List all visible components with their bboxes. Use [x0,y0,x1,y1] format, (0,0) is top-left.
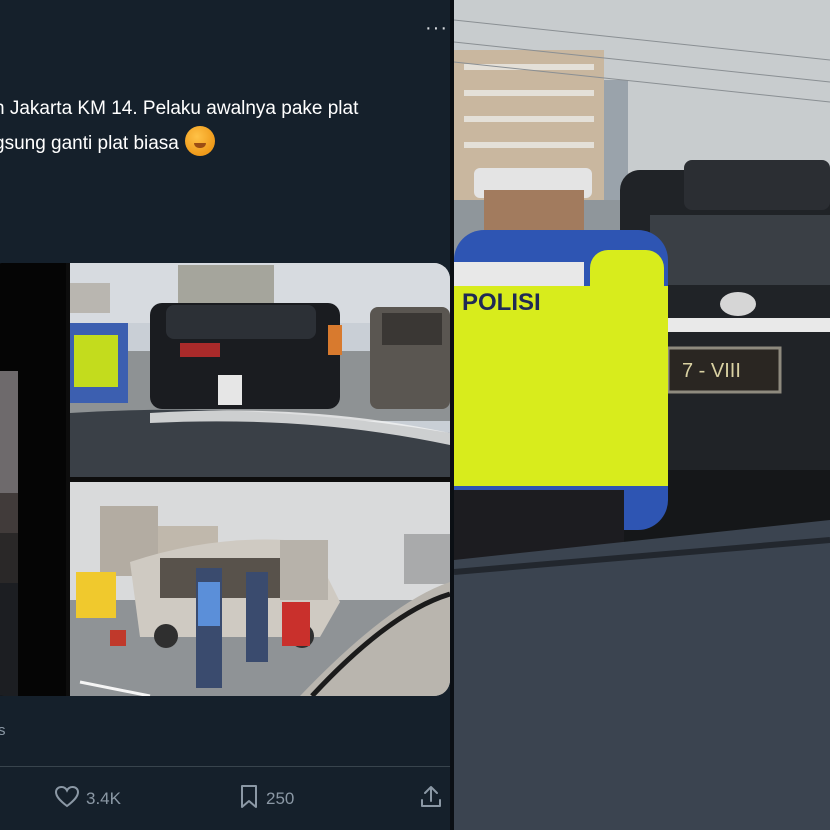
tweet-text: h Jakarta KM 14. Pelaku awalnya pake pla… [0,92,450,161]
bookmark-button[interactable]: 250 [238,784,294,814]
tweet-text-line-1: h Jakarta KM 14. Pelaku awalnya pake pla… [0,98,359,119]
bookmark-count: 250 [266,789,295,808]
media-tile-crashed-van[interactable] [70,482,450,696]
police-photo: 7 - VIII POLISI [454,0,830,830]
tweet-meta-fragment: s [0,722,6,739]
more-horizontal-icon[interactable]: ··· [425,18,448,38]
heart-icon [54,785,80,814]
bookmark-icon [238,784,260,815]
tweet-panel: ··· h Jakarta KM 14. Pelaku awalnya pake… [0,0,450,830]
sweating-face-emoji-icon [184,126,215,156]
share-button[interactable] [418,784,444,814]
actions-separator [0,766,450,767]
media-grid[interactable] [0,263,450,696]
media-tile-highway-cars[interactable] [70,263,450,477]
media-tile-video[interactable] [0,263,66,696]
share-icon [418,784,444,815]
like-count: 3.4K [86,789,121,808]
like-button[interactable]: 3.4K [54,784,121,814]
tweet-text-line-2: gsung ganti plat biasa [0,126,450,161]
police-vest-text: POLISI [462,289,541,316]
license-plate-text: 7 - VIII [682,360,741,382]
